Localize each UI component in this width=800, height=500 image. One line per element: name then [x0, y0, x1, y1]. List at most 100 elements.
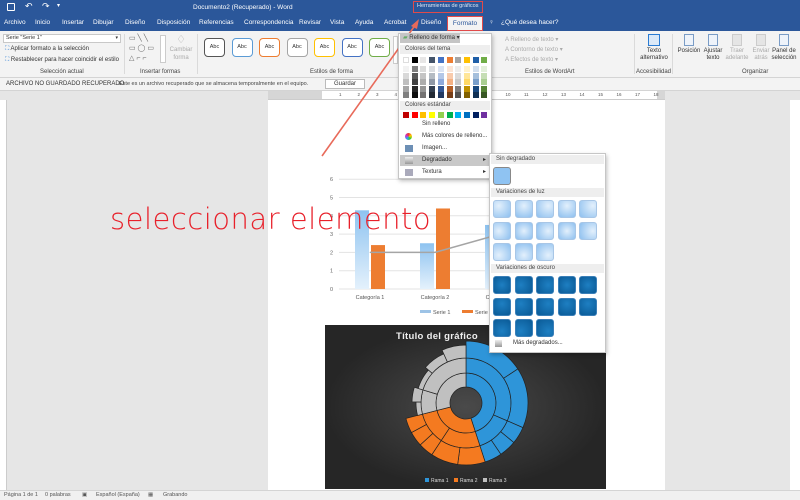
theme-shade-swatch[interactable] [455, 66, 462, 72]
dark-gradient-swatch[interactable] [514, 297, 533, 316]
theme-shade-swatch[interactable] [481, 79, 488, 85]
standard-color-swatch[interactable] [455, 112, 462, 118]
theme-color-swatch[interactable] [429, 57, 436, 63]
theme-shade-swatch[interactable] [446, 92, 453, 98]
image-fill-item[interactable]: Imagen... [400, 143, 490, 154]
theme-color-swatch[interactable] [403, 57, 409, 63]
theme-shade-swatch[interactable] [463, 85, 470, 92]
proofing-icon[interactable]: ▣ [82, 492, 87, 498]
theme-shade-swatch[interactable] [420, 85, 427, 92]
standard-color-swatch[interactable] [463, 112, 470, 118]
theme-shade-swatch[interactable] [411, 79, 418, 85]
dark-gradient-swatch[interactable] [514, 319, 533, 337]
theme-shade-swatch[interactable] [446, 66, 453, 72]
theme-shade-swatch[interactable] [437, 79, 444, 85]
shape-style-swatch[interactable]: Abc [286, 38, 308, 57]
dark-gradient-swatch[interactable] [557, 276, 576, 294]
alt-text-button[interactable]: Texto alternativo [638, 34, 670, 62]
tab-dibujar[interactable]: Dibujar [93, 19, 114, 26]
theme-shade-swatch[interactable] [420, 66, 427, 72]
dark-gradient-swatch[interactable] [557, 297, 576, 316]
light-gradient-swatch[interactable] [536, 200, 554, 218]
tab-insertar[interactable]: Insertar [62, 19, 84, 26]
shape-style-swatch[interactable]: Abc [369, 38, 390, 57]
light-gradient-swatch[interactable] [493, 221, 511, 240]
theme-shade-swatch[interactable] [472, 92, 479, 98]
macro-icon[interactable]: ▦ [148, 492, 153, 498]
more-fill-colors-item[interactable]: Más colores de relleno... [400, 131, 490, 142]
theme-shade-swatch[interactable] [463, 66, 470, 72]
theme-shade-swatch[interactable] [472, 79, 479, 85]
shape-style-swatch[interactable]: Abc [204, 38, 225, 57]
theme-shade-swatch[interactable] [411, 85, 418, 92]
theme-shade-swatch[interactable] [481, 85, 488, 92]
theme-shade-swatch[interactable] [403, 72, 409, 79]
theme-color-swatch[interactable] [455, 57, 462, 63]
theme-shade-swatch[interactable] [411, 66, 418, 72]
dark-gradient-swatch[interactable] [493, 297, 511, 316]
tab-archivo[interactable]: Archivo [4, 19, 26, 26]
standard-color-swatch[interactable] [411, 112, 418, 118]
dark-gradient-swatch[interactable] [579, 297, 597, 316]
tab-vista[interactable]: Vista [330, 19, 344, 26]
theme-color-swatch[interactable] [481, 57, 488, 63]
theme-shade-swatch[interactable] [411, 92, 418, 98]
theme-shade-swatch[interactable] [455, 79, 462, 85]
dark-gradient-swatch[interactable] [536, 297, 554, 316]
light-gradient-swatch[interactable] [579, 221, 597, 240]
page-count[interactable]: Página 1 de 1 [4, 492, 38, 498]
light-gradient-swatch[interactable] [493, 243, 511, 261]
no-gradient-swatch[interactable] [493, 167, 511, 185]
standard-color-swatch[interactable] [446, 112, 453, 118]
theme-shade-swatch[interactable] [455, 92, 462, 98]
theme-color-swatch[interactable] [420, 57, 427, 63]
theme-shade-swatch[interactable] [411, 72, 418, 79]
position-button[interactable]: Posición [676, 34, 702, 55]
tab-diseno[interactable]: Diseño [125, 19, 145, 26]
dark-gradient-swatch[interactable] [536, 276, 554, 294]
theme-shade-swatch[interactable] [463, 79, 470, 85]
theme-shade-swatch[interactable] [437, 92, 444, 98]
tab-referencias[interactable]: Referencias [199, 19, 234, 26]
theme-shade-swatch[interactable] [403, 92, 409, 98]
standard-color-swatch[interactable] [472, 112, 479, 118]
tab-revisar[interactable]: Revisar [299, 19, 321, 26]
standard-color-swatch[interactable] [429, 112, 436, 118]
theme-color-swatch[interactable] [463, 57, 470, 63]
dark-gradient-swatch[interactable] [493, 276, 511, 294]
vertical-ruler[interactable] [0, 100, 7, 490]
shape-fill-button[interactable]: ▰ Relleno de forma ▾ [400, 33, 460, 43]
theme-shade-swatch[interactable] [429, 79, 436, 85]
theme-shade-swatch[interactable] [403, 66, 409, 72]
theme-shade-swatch[interactable] [403, 79, 409, 85]
theme-shade-swatch[interactable] [455, 85, 462, 92]
tell-me-search[interactable]: ¿Qué desea hacer? [501, 19, 558, 26]
redo-icon[interactable]: ↷ [42, 1, 50, 12]
light-gradient-swatch[interactable] [514, 200, 533, 218]
dark-gradient-swatch[interactable] [514, 276, 533, 294]
theme-shade-swatch[interactable] [420, 92, 427, 98]
theme-shade-swatch[interactable] [429, 85, 436, 92]
standard-color-swatch[interactable] [420, 112, 427, 118]
change-shape-button[interactable]: ♢ Cambiar forma [168, 35, 194, 62]
shape-style-swatch[interactable]: Abc [259, 38, 280, 57]
theme-shade-swatch[interactable] [472, 85, 479, 92]
light-gradient-swatch[interactable] [557, 200, 576, 218]
theme-shade-swatch[interactable] [472, 72, 479, 79]
text-outline-button[interactable]: A Contorno de texto ▾ [505, 46, 563, 53]
dark-gradient-swatch[interactable] [536, 319, 554, 337]
recording-status[interactable]: Grabando [163, 492, 187, 498]
theme-color-swatch[interactable] [472, 57, 479, 63]
dark-gradient-swatch[interactable] [579, 276, 597, 294]
light-gradient-swatch[interactable] [579, 200, 597, 218]
wrap-button[interactable]: Ajustar texto [700, 34, 726, 62]
vertical-scrollbar[interactable] [790, 100, 800, 490]
shapes-scroll[interactable] [160, 35, 166, 63]
theme-shade-swatch[interactable] [481, 72, 488, 79]
theme-shade-swatch[interactable] [481, 66, 488, 72]
theme-shade-swatch[interactable] [437, 66, 444, 72]
theme-shade-swatch[interactable] [481, 92, 488, 98]
tab-formato[interactable]: Formato [447, 16, 483, 31]
shape-style-swatch[interactable]: Abc [231, 38, 253, 57]
theme-shade-swatch[interactable] [472, 66, 479, 72]
